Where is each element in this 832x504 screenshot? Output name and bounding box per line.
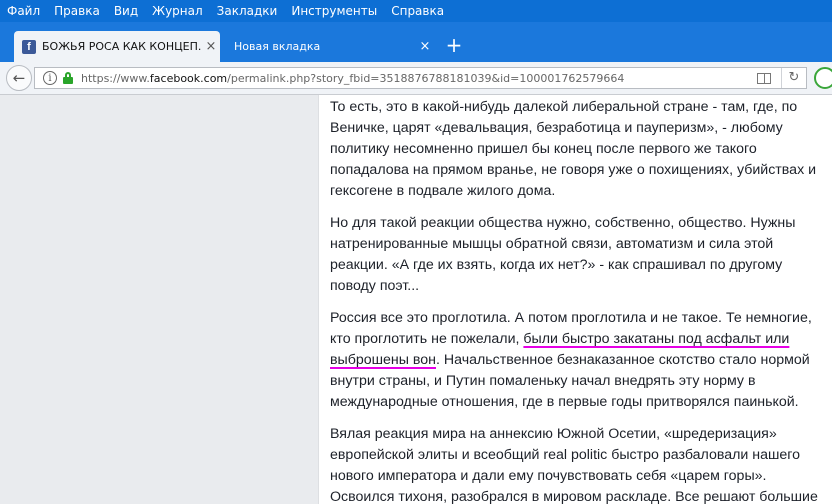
menu-file[interactable]: Файл [7,4,40,18]
url-host: facebook.com [149,71,228,85]
reader-view-icon[interactable] [757,72,771,84]
menu-edit[interactable]: Правка [54,4,100,18]
post-body: То есть, это в какой-нибудь далекой либе… [318,95,832,504]
url-text[interactable]: https://www.facebook.com/permalink.php?s… [81,72,624,85]
menu-bar: Файл Правка Вид Журнал Закладки Инструме… [0,0,832,22]
url-path: /permalink.php?story_fbid=35188767881810… [227,71,625,85]
menu-view[interactable]: Вид [114,4,138,18]
post-paragraph: Но для такой реакции общества нужно, соб… [330,215,796,294]
tab-facebook-post[interactable]: f БОЖЬЯ РОСА КАК КОНЦЕП... × [14,31,220,62]
post-paragraph: То есть, это в какой-нибудь далекой либе… [330,99,817,199]
post-paragraph: Вялая реакция мира на аннексию Южной Осе… [330,426,818,504]
info-icon[interactable]: i [43,71,57,85]
tab-strip: f БОЖЬЯ РОСА КАК КОНЦЕП... × Новая вклад… [0,22,832,62]
lock-icon[interactable] [63,72,73,84]
navigation-bar: ← i https://www.facebook.com/permalink.p… [0,62,832,95]
reload-icon[interactable]: ↻ [781,68,806,88]
menu-bookmarks[interactable]: Закладки [217,4,278,18]
close-icon[interactable]: × [202,39,220,54]
menu-help[interactable]: Справка [391,4,444,18]
url-bar[interactable]: i https://www.facebook.com/permalink.php… [34,67,807,89]
menu-history[interactable]: Журнал [152,4,203,18]
tab-title: Новая вкладка [234,40,321,53]
sync-icon[interactable] [814,67,832,89]
new-tab-button[interactable]: + [442,34,466,58]
back-arrow-icon[interactable]: ← [6,65,32,91]
post-paragraph: Россия все это проглотила. А потом прогл… [330,308,818,413]
url-prefix: https://www. [81,71,150,85]
close-icon[interactable]: × [416,39,434,54]
tab-title: БОЖЬЯ РОСА КАК КОНЦЕП... [42,40,202,53]
facebook-icon: f [22,39,36,54]
page-content: То есть, это в какой-нибудь далекой либе… [0,95,832,504]
tab-new-tab[interactable]: Новая вкладка × [226,31,434,62]
menu-tools[interactable]: Инструменты [291,4,377,18]
